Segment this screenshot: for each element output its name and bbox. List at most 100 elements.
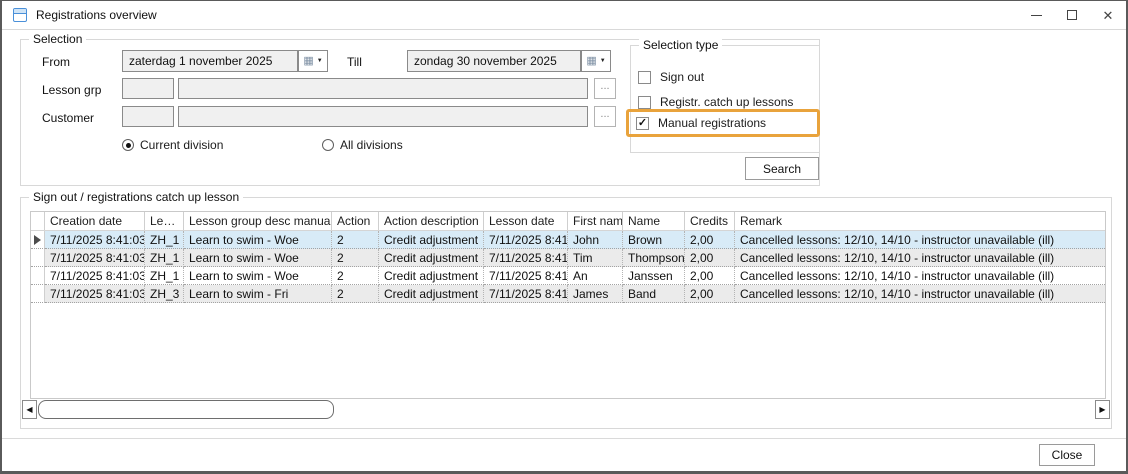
lesson-grp-code-input[interactable]: [122, 78, 174, 99]
till-date-input[interactable]: zondag 30 november 2025: [407, 50, 581, 72]
table-row[interactable]: 7/11/2025 8:41:03 ZH_1 Learn to swim - Woe…: [31, 249, 1105, 267]
cell[interactable]: Credit adjustment: [379, 267, 484, 285]
radio-label: Current division: [140, 138, 224, 152]
from-calendar-dropdown-button[interactable]: ▦ ▼: [298, 50, 328, 72]
close-window-button[interactable]: ✕: [1090, 1, 1126, 29]
lesson-grp-name-input[interactable]: [178, 78, 588, 99]
from-date-input[interactable]: zaterdag 1 november 2025: [122, 50, 298, 72]
close-icon: ✕: [1102, 7, 1114, 23]
cell[interactable]: James: [568, 285, 623, 303]
scrollbar-thumb[interactable]: [38, 400, 334, 419]
radio-current-division[interactable]: Current division: [122, 138, 223, 152]
till-calendar-dropdown-button[interactable]: ▦ ▼: [581, 50, 611, 72]
column-header-credits[interactable]: Credits: [685, 212, 735, 230]
cell[interactable]: 2,00: [685, 285, 735, 303]
maximize-button[interactable]: [1054, 1, 1090, 29]
close-button[interactable]: Close: [1039, 444, 1095, 466]
cell[interactable]: Cancelled lessons: 12/10, 14/10 - instru…: [735, 249, 1105, 267]
calendar-icon: ▦: [586, 54, 597, 67]
column-header-le-[interactable]: Le…: [145, 212, 184, 230]
cell[interactable]: 2,00: [685, 249, 735, 267]
cell[interactable]: 7/11/2025 8:41:03: [484, 267, 568, 285]
column-header-lesson-date[interactable]: Lesson date: [484, 212, 568, 230]
checkbox-icon: [638, 95, 651, 109]
cell[interactable]: Learn to swim - Fri: [184, 285, 332, 303]
column-header-action[interactable]: Action: [332, 212, 379, 230]
cell[interactable]: 7/11/2025 8:41:03: [484, 249, 568, 267]
cell[interactable]: 2,00: [685, 267, 735, 285]
cell[interactable]: 2: [332, 249, 379, 267]
cell[interactable]: Janssen: [623, 267, 685, 285]
customer-browse-button[interactable]: ...: [594, 106, 616, 127]
column-header-creation-date[interactable]: Creation date: [45, 212, 145, 230]
column-header-remark[interactable]: Remark: [735, 212, 1105, 230]
column-header-first-name[interactable]: First name: [568, 212, 623, 230]
checkbox-sign-out[interactable]: Sign out: [638, 66, 813, 88]
cell[interactable]: 7/11/2025 8:41:03: [45, 267, 145, 285]
cell[interactable]: An: [568, 267, 623, 285]
cell[interactable]: Cancelled lessons: 12/10, 14/10 - instru…: [735, 285, 1105, 303]
minimize-button[interactable]: [1018, 1, 1054, 29]
row-selector-cell[interactable]: [31, 231, 45, 249]
from-label: From: [42, 55, 70, 69]
horizontal-scrollbar[interactable]: ◀ ▶: [22, 400, 1110, 419]
table-row[interactable]: 7/11/2025 8:41:03 ZH_1 Learn to swim - Woe…: [31, 231, 1105, 249]
cell[interactable]: Brown: [623, 231, 685, 249]
cell[interactable]: 2: [332, 267, 379, 285]
cell[interactable]: Credit adjustment: [379, 285, 484, 303]
checkbox-manual-registrations[interactable]: ✓ Manual registrations: [626, 109, 820, 137]
cell[interactable]: Band: [623, 285, 685, 303]
cell[interactable]: Learn to swim - Woe: [184, 231, 332, 249]
minimize-icon: [1030, 14, 1042, 16]
cell[interactable]: Thompson: [623, 249, 685, 267]
selection-group-label: Selection: [29, 32, 87, 46]
cell[interactable]: Tim: [568, 249, 623, 267]
cell[interactable]: 2: [332, 231, 379, 249]
maximize-icon: [1067, 10, 1077, 20]
row-selector-cell[interactable]: [31, 267, 45, 285]
table-row[interactable]: 7/11/2025 8:41:03 ZH_3 Learn to swim - Fri…: [31, 285, 1105, 303]
cell[interactable]: 7/11/2025 8:41:03: [484, 231, 568, 249]
table-row[interactable]: 7/11/2025 8:41:03 ZH_1 Learn to swim - Woe…: [31, 267, 1105, 285]
chevron-down-icon: ▼: [316, 58, 323, 64]
search-button[interactable]: Search: [745, 157, 819, 180]
scroll-right-button[interactable]: ▶: [1095, 400, 1110, 419]
window-icon: [13, 8, 27, 22]
cell[interactable]: ZH_3: [145, 285, 184, 303]
cell[interactable]: 2: [332, 285, 379, 303]
checkbox-label: Registr. catch up lessons: [660, 95, 794, 109]
radio-icon: [322, 139, 334, 151]
selection-type-group-label: Selection type: [639, 38, 723, 52]
cell[interactable]: ZH_1: [145, 249, 184, 267]
column-header-lesson-group-desc-manual[interactable]: Lesson group desc manual: [184, 212, 332, 230]
cell[interactable]: Credit adjustment: [379, 249, 484, 267]
column-header-name[interactable]: Name: [623, 212, 685, 230]
window-title: Registrations overview: [36, 8, 157, 22]
cell[interactable]: Learn to swim - Woe: [184, 267, 332, 285]
cell[interactable]: Credit adjustment: [379, 231, 484, 249]
lesson-grp-browse-button[interactable]: ...: [594, 78, 616, 99]
cell[interactable]: 7/11/2025 8:41:03: [45, 231, 145, 249]
customer-name-input[interactable]: [178, 106, 588, 127]
cell[interactable]: ZH_1: [145, 231, 184, 249]
customer-code-input[interactable]: [122, 106, 174, 127]
customer-label: Customer: [42, 111, 95, 125]
cell[interactable]: 7/11/2025 8:41:03: [484, 285, 568, 303]
row-selector-cell[interactable]: [31, 249, 45, 267]
cell[interactable]: Cancelled lessons: 12/10, 14/10 - instru…: [735, 231, 1105, 249]
cell[interactable]: Learn to swim - Woe: [184, 249, 332, 267]
column-header-action-description[interactable]: Action description: [379, 212, 484, 230]
scroll-right-icon: ▶: [1099, 405, 1106, 414]
cell[interactable]: ZH_1: [145, 267, 184, 285]
cell[interactable]: 7/11/2025 8:41:03: [45, 285, 145, 303]
scroll-left-button[interactable]: ◀: [22, 400, 37, 419]
scrollbar-track[interactable]: [334, 400, 1095, 419]
current-row-arrow-icon: [34, 235, 41, 245]
cell[interactable]: 7/11/2025 8:41:03: [45, 249, 145, 267]
radio-all-divisions[interactable]: All divisions: [322, 138, 403, 152]
cell[interactable]: Cancelled lessons: 12/10, 14/10 - instru…: [735, 267, 1105, 285]
titlebar: Registrations overview ✕: [2, 1, 1126, 30]
cell[interactable]: John: [568, 231, 623, 249]
row-selector-cell[interactable]: [31, 285, 45, 303]
cell[interactable]: 2,00: [685, 231, 735, 249]
